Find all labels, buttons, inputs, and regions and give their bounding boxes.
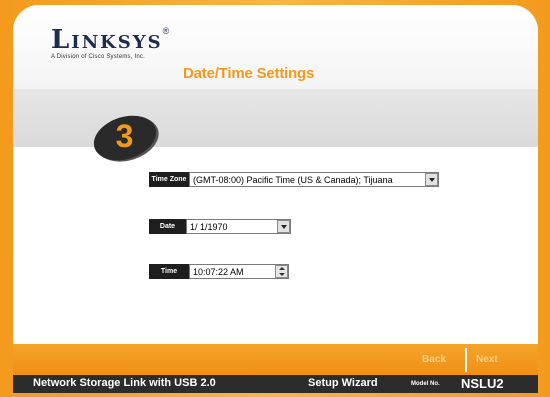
- spinner-up-icon[interactable]: [279, 267, 285, 270]
- time-zone-select[interactable]: (GMT-08:00) Pacific Time (US & Canada); …: [189, 172, 439, 187]
- nav-separator: [465, 348, 467, 372]
- nav-bar: [13, 344, 538, 375]
- spinner-down-icon[interactable]: [279, 273, 285, 276]
- next-button[interactable]: Next: [476, 354, 498, 365]
- time-spinner[interactable]: [275, 265, 288, 278]
- step-number: 3: [115, 118, 134, 155]
- time-label: Time: [149, 264, 189, 279]
- time-input[interactable]: 10:07:22 AM: [189, 264, 289, 279]
- date-label: Date: [149, 219, 186, 234]
- footer-model-label: Model No.: [411, 381, 440, 387]
- date-select[interactable]: 1/ 1/1970: [186, 219, 291, 234]
- time-zone-label: Time Zone: [149, 172, 189, 187]
- step-badge: 3: [88, 108, 162, 168]
- logo-text: Linksys: [51, 25, 163, 55]
- footer-wizard-label: Setup Wizard: [308, 377, 378, 389]
- linksys-logo: Linksys® A Division of Cisco Systems, In…: [51, 25, 170, 61]
- footer-model-number: NSLU2: [461, 376, 504, 391]
- footer-product-name: Network Storage Link with USB 2.0: [33, 377, 216, 389]
- wizard-panel: Linksys® A Division of Cisco Systems, In…: [13, 5, 538, 393]
- page-title: Date/Time Settings: [183, 65, 315, 82]
- date-dropdown-icon[interactable]: [277, 220, 290, 233]
- time-zone-dropdown-icon[interactable]: [425, 173, 438, 186]
- back-button[interactable]: Back: [422, 354, 446, 365]
- registered-mark: ®: [162, 26, 170, 36]
